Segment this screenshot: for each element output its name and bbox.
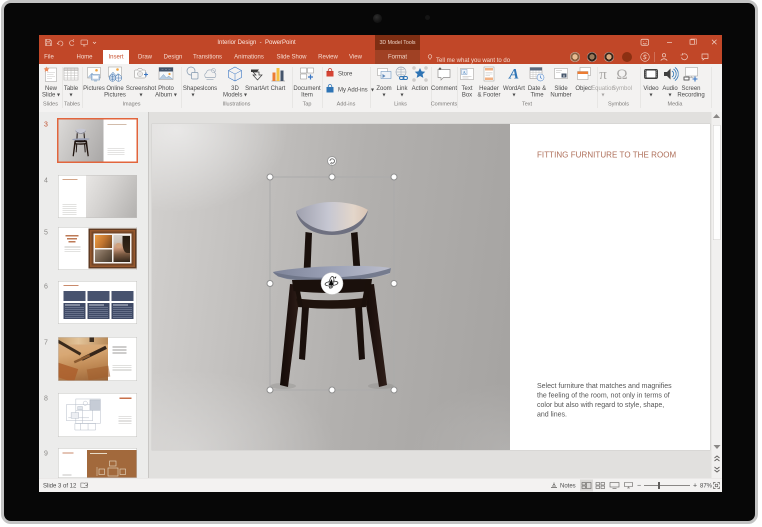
- svg-text:π: π: [599, 67, 607, 83]
- svg-text:Ω: Ω: [616, 67, 627, 83]
- svg-text:#: #: [563, 74, 565, 78]
- svg-text:A: A: [508, 67, 519, 83]
